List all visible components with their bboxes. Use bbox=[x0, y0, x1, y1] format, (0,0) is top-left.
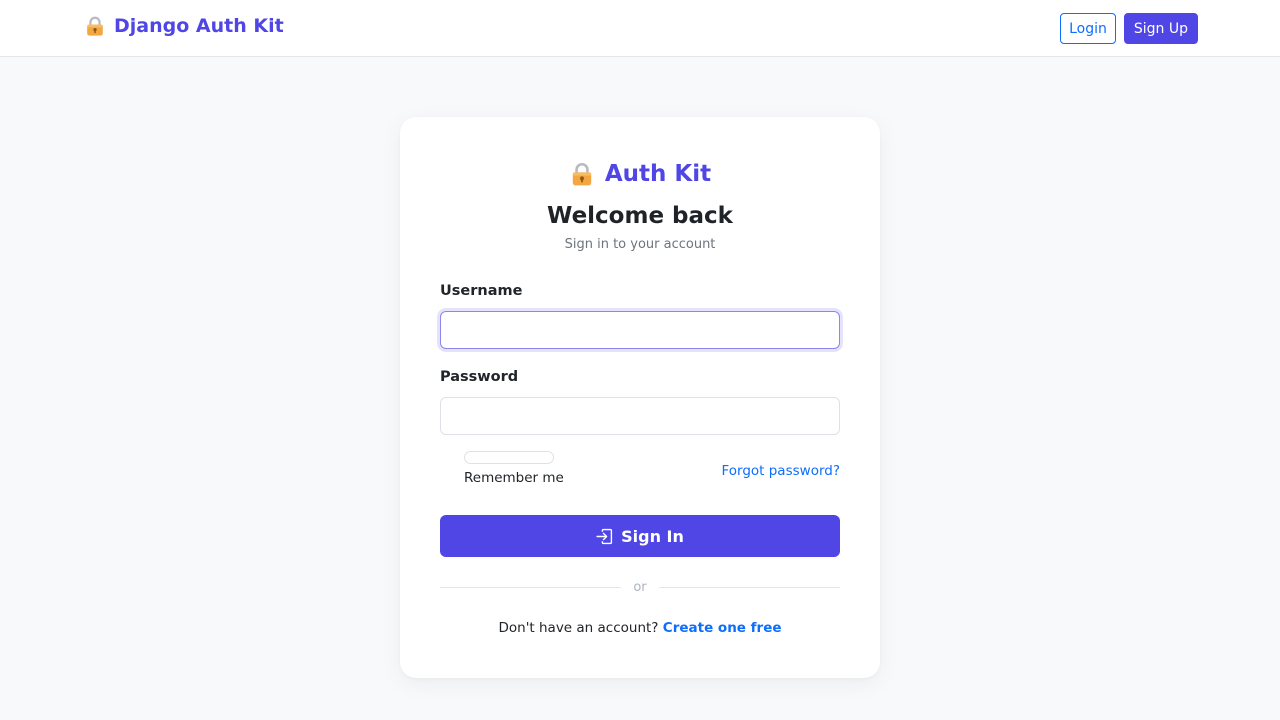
username-label: Username bbox=[440, 283, 523, 299]
page-title: Welcome back bbox=[547, 203, 733, 229]
divider: or bbox=[440, 579, 840, 595]
page-subtitle: Sign in to your account bbox=[564, 237, 716, 252]
username-input[interactable] bbox=[440, 311, 840, 349]
navbar-actions: Login Sign Up bbox=[1060, 13, 1198, 44]
divider-line bbox=[658, 586, 840, 588]
navbar: Django Auth Kit Login Sign Up bbox=[0, 0, 1280, 57]
navbar-brand[interactable]: Django Auth Kit bbox=[84, 15, 284, 37]
card-brand-name: Auth Kit bbox=[604, 161, 712, 187]
password-input[interactable] bbox=[440, 397, 840, 435]
login-button[interactable]: Login bbox=[1060, 13, 1116, 44]
password-label: Password bbox=[440, 369, 519, 385]
lock-icon bbox=[569, 161, 595, 187]
create-account-link[interactable]: Create one free bbox=[663, 620, 782, 636]
signup-prompt-row: Don't have an account? Create one free bbox=[400, 620, 880, 636]
sign-in-label: Sign In bbox=[621, 526, 684, 546]
forgot-password-link[interactable]: Forgot password? bbox=[721, 463, 840, 479]
sign-in-button[interactable]: Sign In bbox=[440, 515, 840, 557]
signup-button[interactable]: Sign Up bbox=[1123, 13, 1198, 44]
login-card: Auth Kit Welcome back Sign in to your ac… bbox=[400, 117, 880, 678]
lock-icon bbox=[84, 15, 106, 37]
divider-line bbox=[440, 586, 622, 588]
card-brand: Auth Kit bbox=[400, 161, 880, 187]
sign-in-icon bbox=[596, 528, 613, 545]
remember-me-label: Remember me bbox=[464, 470, 564, 486]
navbar-brand-name: Django Auth Kit bbox=[114, 15, 284, 37]
remember-me-checkbox[interactable] bbox=[464, 451, 554, 464]
divider-text: or bbox=[633, 579, 647, 595]
signup-prompt: Don't have an account? bbox=[498, 620, 659, 636]
